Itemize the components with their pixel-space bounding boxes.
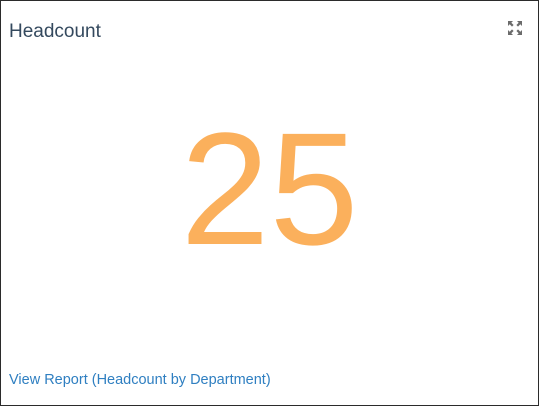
expand-button[interactable] [506,19,524,37]
headcount-widget: Headcount 25 View Report (Headcount by D… [0,0,539,406]
view-report-link[interactable]: View Report (Headcount by Department) [9,371,271,389]
expand-icon [508,21,522,35]
headcount-value: 25 [180,99,359,278]
widget-title: Headcount [9,21,101,42]
